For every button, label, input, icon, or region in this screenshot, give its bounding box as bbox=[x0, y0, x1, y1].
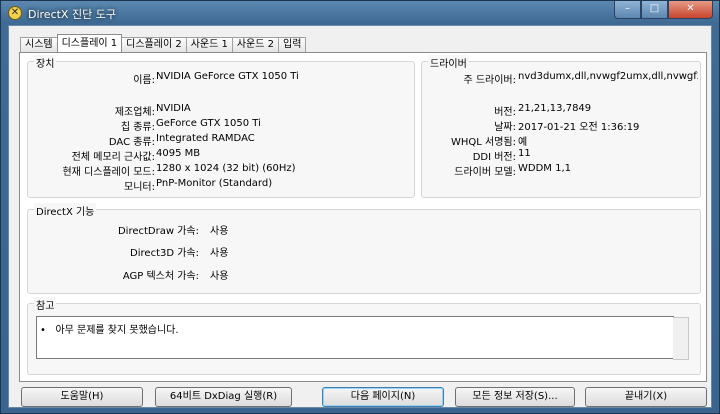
help-button[interactable]: 도움말(H) bbox=[21, 387, 143, 407]
dxdiag-window: ✕ DirectX 진단 도구 – □ ✕ 시스템 디스플레이 1 디스플레이 … bbox=[0, 0, 720, 414]
chip-type-value: GeForce GTX 1050 Ti bbox=[156, 118, 261, 129]
notes-item-text: 아무 문제를 찾지 못했습니다. bbox=[55, 325, 179, 336]
manufacturer-label: 제조업체: bbox=[114, 107, 155, 118]
display-mode-label: 현재 디스플레이 모드: bbox=[62, 167, 155, 178]
whql-label: WHQL 서명됨: bbox=[451, 137, 516, 148]
window-controls: – □ ✕ bbox=[614, 1, 713, 20]
display-mode-value: 1280 x 1024 (32 bit) (60Hz) bbox=[156, 163, 296, 174]
monitor-value: PnP-Monitor (Standard) bbox=[156, 178, 273, 189]
driver-model-value: WDDM 1,1 bbox=[518, 163, 571, 174]
driver-date-value: 2017-01-21 오전 1:36:19 bbox=[518, 122, 640, 133]
run-64bit-dxdiag-button[interactable]: 64비트 DxDiag 실행(R) bbox=[155, 387, 292, 407]
maximize-button[interactable]: □ bbox=[641, 1, 668, 19]
notes-title: 참고 bbox=[34, 297, 57, 312]
window-title: DirectX 진단 도구 bbox=[28, 8, 116, 21]
chip-type-label: 칩 종류: bbox=[120, 122, 155, 133]
tab-sound-1[interactable]: 사운드 1 bbox=[185, 37, 233, 52]
main-driver-value: nvd3dumx,dll,nvwgf2umx,dll,nvwgf2u bbox=[518, 71, 698, 82]
directx-app-icon: ✕ bbox=[8, 6, 22, 20]
client-area: 시스템 디스플레이 1 디스플레이 2 사운드 1 사운드 2 입력 장치 이름… bbox=[8, 25, 712, 408]
directx-features-title: DirectX 기능 bbox=[34, 203, 97, 218]
direct3d-value: 사용 bbox=[210, 248, 229, 259]
driver-group-title: 드라이버 bbox=[428, 55, 469, 70]
tab-bar: 시스템 디스플레이 1 디스플레이 2 사운드 1 사운드 2 입력 bbox=[20, 34, 307, 52]
agp-texture-label: AGP 텍스처 가속: bbox=[122, 271, 199, 282]
driver-date-label: 날짜: bbox=[494, 122, 516, 133]
button-row: 도움말(H) 64비트 DxDiag 실행(R) 다음 페이지(N) 모든 정보… bbox=[9, 387, 711, 409]
main-driver-label: 주 드라이버: bbox=[463, 75, 516, 86]
save-all-info-button[interactable]: 모든 정보 저장(S)... bbox=[455, 387, 575, 407]
device-group-title: 장치 bbox=[34, 55, 57, 70]
notes-scrollbar[interactable] bbox=[673, 317, 689, 360]
tab-input[interactable]: 입력 bbox=[278, 37, 307, 52]
directdraw-label: DirectDraw 가속: bbox=[117, 226, 199, 237]
directx-features-group: DirectX 기능 DirectDraw 가속: 사용 Direct3D 가속… bbox=[27, 203, 701, 294]
agp-texture-value: 사용 bbox=[210, 271, 229, 282]
tab-panel: 장치 이름: NVIDIA GeForce GTX 1050 Ti 제조업체: … bbox=[19, 52, 707, 382]
device-group: 장치 이름: NVIDIA GeForce GTX 1050 Ti 제조업체: … bbox=[27, 55, 415, 198]
exit-button[interactable]: 끝내기(X) bbox=[585, 387, 707, 407]
minimize-button[interactable]: – bbox=[614, 1, 641, 19]
monitor-label: 모니터: bbox=[124, 182, 155, 193]
tab-system[interactable]: 시스템 bbox=[20, 37, 58, 52]
dac-type-value: Integrated RAMDAC bbox=[156, 133, 255, 144]
directdraw-value: 사용 bbox=[210, 226, 229, 237]
driver-version-value: 21,21,13,7849 bbox=[518, 103, 592, 114]
tab-sound-2[interactable]: 사운드 2 bbox=[231, 37, 280, 52]
title-bar[interactable]: ✕ DirectX 진단 도구 – □ ✕ bbox=[1, 1, 719, 25]
notes-group: 참고 • 아무 문제를 찾지 못했습니다. bbox=[27, 297, 701, 375]
ddi-version-value: 11 bbox=[518, 148, 531, 159]
driver-model-label: 드라이버 모델: bbox=[454, 167, 516, 178]
device-name-label: 이름: bbox=[133, 75, 155, 86]
close-button[interactable]: ✕ bbox=[668, 1, 713, 19]
tab-display-1[interactable]: 디스플레이 1 bbox=[56, 34, 123, 52]
ddi-version-label: DDI 버전: bbox=[472, 152, 516, 163]
total-memory-label: 전체 메모리 근사값: bbox=[71, 152, 155, 163]
total-memory-value: 4095 MB bbox=[156, 148, 201, 159]
direct3d-label: Direct3D 가속: bbox=[130, 248, 199, 259]
device-name-value: NVIDIA GeForce GTX 1050 Ti bbox=[156, 71, 299, 82]
notes-list-item: • 아무 문제를 찾지 못했습니다. bbox=[40, 325, 179, 336]
dac-type-label: DAC 종류: bbox=[108, 137, 155, 148]
whql-value: 예 bbox=[518, 137, 528, 148]
next-page-button[interactable]: 다음 페이지(N) bbox=[322, 387, 444, 407]
manufacturer-value: NVIDIA bbox=[156, 103, 191, 114]
driver-version-label: 버전: bbox=[494, 107, 516, 118]
notes-textbox[interactable]: • 아무 문제를 찾지 못했습니다. bbox=[36, 316, 689, 360]
driver-group: 드라이버 주 드라이버: nvd3dumx,dll,nvwgf2umx,dll,… bbox=[421, 55, 701, 198]
tab-display-2[interactable]: 디스플레이 2 bbox=[121, 37, 187, 52]
